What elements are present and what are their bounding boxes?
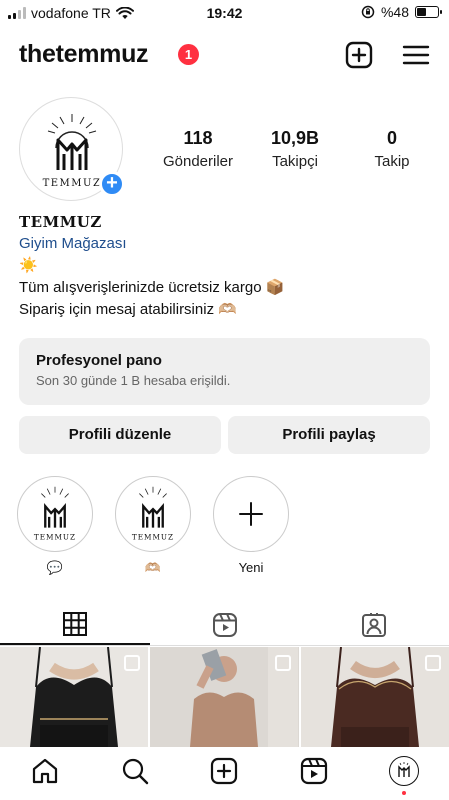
grid-icon: [62, 611, 87, 636]
highlight-item[interactable]: TEMMUZ 🫶🏼: [115, 476, 191, 576]
stat-followers[interactable]: 10,9B Takipçi: [247, 128, 343, 170]
username-switcher[interactable]: thetemmuz: [19, 40, 149, 69]
following-count: 0: [386, 128, 397, 148]
home-icon: [32, 758, 57, 783]
followers-count: 10,9B: [270, 128, 320, 148]
edit-profile-button[interactable]: Profili düzenle: [19, 416, 221, 454]
posts-label: Gönderiler: [162, 153, 234, 170]
post-thumbnail[interactable]: [300, 647, 449, 747]
profile-avatar-mini: [389, 755, 420, 786]
post-thumbnail[interactable]: [150, 647, 299, 747]
stat-posts[interactable]: 118 Gönderiler: [150, 128, 246, 170]
highlight-item[interactable]: TEMMUZ 💬: [17, 476, 93, 576]
highlight-caption: 🫶🏼: [144, 560, 162, 575]
tab-posts-grid[interactable]: [0, 604, 150, 645]
multi-photo-icon: [424, 655, 441, 671]
professional-dashboard[interactable]: Profesyonel pano Son 30 günde 1 B hesaba…: [19, 338, 430, 405]
svg-text:TEMMUZ: TEMMUZ: [132, 532, 174, 541]
plus-square-icon[interactable]: [344, 40, 374, 70]
temmuz-logo: [398, 761, 410, 777]
profile-tabs: [0, 604, 449, 646]
profile-header: thetemmuz 1: [0, 36, 449, 76]
dashboard-title: Profesyonel pano: [36, 352, 162, 369]
nav-home[interactable]: [29, 755, 61, 787]
notification-badge[interactable]: 1: [178, 44, 199, 65]
profile-bio: TEMMUZ Giyim Mağazası ☀️ Tüm alışverişle…: [19, 211, 439, 321]
post-thumbnail[interactable]: [0, 647, 149, 747]
bio-line: ☀️: [19, 257, 38, 274]
svg-text:TEMMUZ: TEMMUZ: [34, 532, 76, 541]
nav-profile[interactable]: [388, 755, 420, 795]
reels-icon: [212, 612, 237, 637]
story-highlights: TEMMUZ 💬 TEMMUZ 🫶🏼 Yeni: [17, 476, 289, 576]
bio-line: Tüm alışverişlerinizde ücretsiz kargo 📦: [19, 279, 285, 296]
profile-actions: Profili düzenle Profili paylaş: [19, 416, 430, 454]
posts-count: 118: [183, 128, 213, 148]
highlight-caption: Yeni: [238, 560, 264, 575]
profile-avatar[interactable]: TEMMUZ +: [19, 97, 125, 201]
multi-photo-icon: [124, 655, 141, 671]
temmuz-logo: TEMMUZ: [34, 486, 76, 541]
bottom-navigation: [0, 747, 449, 800]
stat-following[interactable]: 0 Takip: [344, 128, 440, 170]
highlight-caption: 💬: [46, 560, 64, 575]
posts-grid: [0, 647, 449, 747]
nav-search[interactable]: [119, 755, 151, 787]
battery-icon: [415, 6, 442, 18]
bio-line: Sipariş için mesaj atabilirsiniz 🫶🏼: [19, 301, 237, 318]
followers-label: Takipçi: [272, 153, 318, 170]
profile-stats: 118 Gönderiler 10,9B Takipçi 0 Takip: [150, 128, 440, 170]
search-icon: [122, 758, 148, 784]
tab-reels[interactable]: [150, 604, 300, 645]
category-label: Giyim Mağazası: [19, 235, 127, 252]
tagged-icon: [362, 612, 387, 637]
following-label: Takip: [374, 153, 410, 170]
add-story-button[interactable]: +: [99, 171, 125, 197]
create-icon: [211, 757, 238, 784]
orientation-lock-icon: [361, 5, 375, 19]
tab-tagged[interactable]: [299, 604, 449, 645]
dashboard-subtitle: Son 30 günde 1 B hesaba erişildi.: [36, 373, 231, 388]
display-name: TEMMUZ: [19, 213, 102, 231]
multi-photo-icon: [274, 655, 291, 671]
battery-percent: %48: [380, 4, 409, 20]
nav-create[interactable]: [208, 755, 240, 787]
svg-text:TEMMUZ: TEMMUZ: [43, 178, 102, 189]
share-profile-button[interactable]: Profili paylaş: [228, 416, 430, 454]
reels-icon: [301, 757, 328, 784]
status-bar: vodafone TR 19:42 %48: [0, 0, 449, 26]
temmuz-logo: TEMMUZ: [132, 486, 174, 541]
menu-icon[interactable]: [401, 40, 431, 70]
nav-reels[interactable]: [298, 755, 330, 787]
new-highlight-button[interactable]: Yeni: [213, 476, 289, 576]
profile-notification-dot: [402, 790, 407, 795]
plus-icon: [239, 502, 263, 526]
